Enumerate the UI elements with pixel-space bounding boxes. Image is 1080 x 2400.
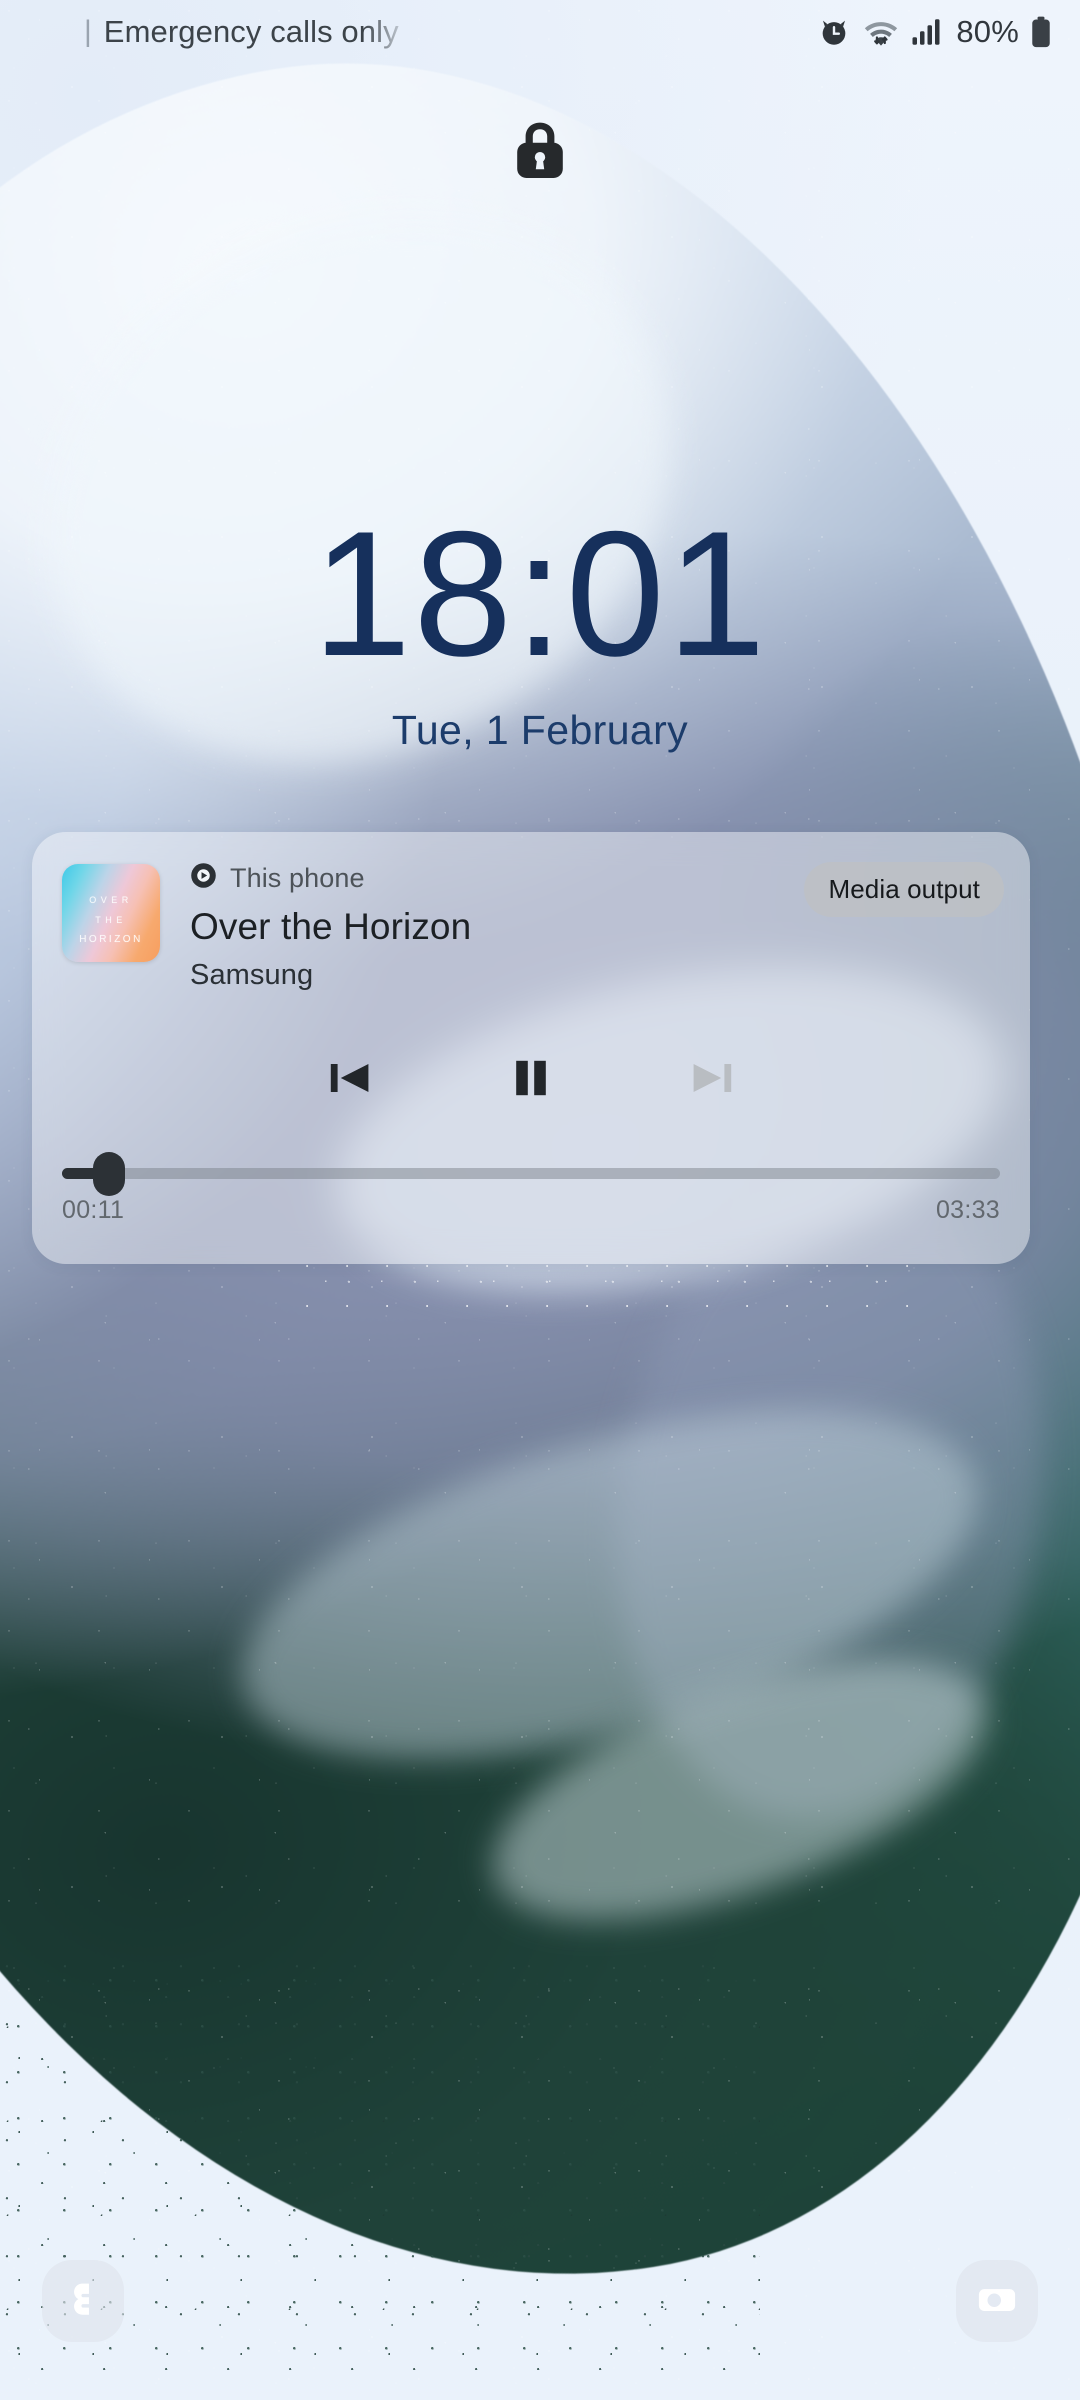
album-art-line-2: THE (95, 915, 127, 925)
media-track-title: Over the Horizon (190, 906, 472, 947)
battery-percent-label: 80% (956, 14, 1019, 49)
lock-closed-icon (510, 118, 570, 187)
cellular-signal-icon (911, 17, 941, 47)
media-seek-area[interactable]: 00:11 03:33 (62, 1151, 1000, 1225)
wifi-data-transfer-icon (862, 16, 900, 48)
shortcut-camera[interactable] (956, 2260, 1038, 2342)
status-bar-left: | Emergency calls only (0, 14, 399, 50)
album-art-line-3: HORIZON (79, 934, 143, 945)
camera-icon (974, 2276, 1020, 2327)
carrier-label: Emergency calls only (103, 14, 399, 49)
sim-divider: | (84, 15, 92, 48)
album-art-text: OVER THE HORIZON (62, 890, 160, 950)
phone-handset-icon (61, 2277, 105, 2326)
media-artist-name: Samsung (190, 959, 314, 991)
media-metadata: This phone Over the Horizon Samsung (190, 862, 750, 992)
media-elapsed-time: 00:11 (62, 1196, 125, 1224)
battery-full-icon (1030, 16, 1052, 48)
shortcut-phone[interactable] (42, 2260, 124, 2342)
media-progress-track[interactable] (62, 1151, 1000, 1196)
alarm-clock-icon (817, 15, 851, 49)
media-progress-thumb[interactable] (92, 1151, 125, 1196)
media-duration-time: 03:33 (935, 1196, 1000, 1224)
album-art-thumbnail[interactable]: OVER THE HORIZON (62, 864, 160, 962)
media-notification-card[interactable]: OVER THE HORIZON This phone Over the Hor… (32, 832, 1030, 1264)
pause-icon[interactable] (503, 1050, 559, 1106)
media-card-header: OVER THE HORIZON This phone Over the Hor… (32, 832, 1030, 1032)
skip-previous-icon[interactable] (322, 1050, 378, 1106)
media-transport-controls (32, 1050, 1030, 1106)
clock-date: Tue, 1 February (391, 707, 689, 753)
album-art-line-1: OVER (89, 895, 133, 905)
status-bar-right: 80% (817, 14, 1052, 50)
clock-time: 18:01 (312, 494, 768, 693)
media-source-row: This phone (190, 862, 750, 894)
lockscreen-clock-area[interactable]: 18:01 Tue, 1 February (0, 505, 1080, 754)
status-bar: | Emergency calls only 80% (0, 0, 1080, 64)
media-output-button[interactable]: Media output (804, 862, 1004, 917)
lock-closed-icon-container (0, 118, 1080, 187)
media-source-label: This phone (230, 862, 365, 893)
skip-next-icon[interactable] (684, 1050, 740, 1106)
media-time-row: 00:11 03:33 (62, 1196, 1000, 1225)
media-output-target-icon (190, 862, 217, 894)
